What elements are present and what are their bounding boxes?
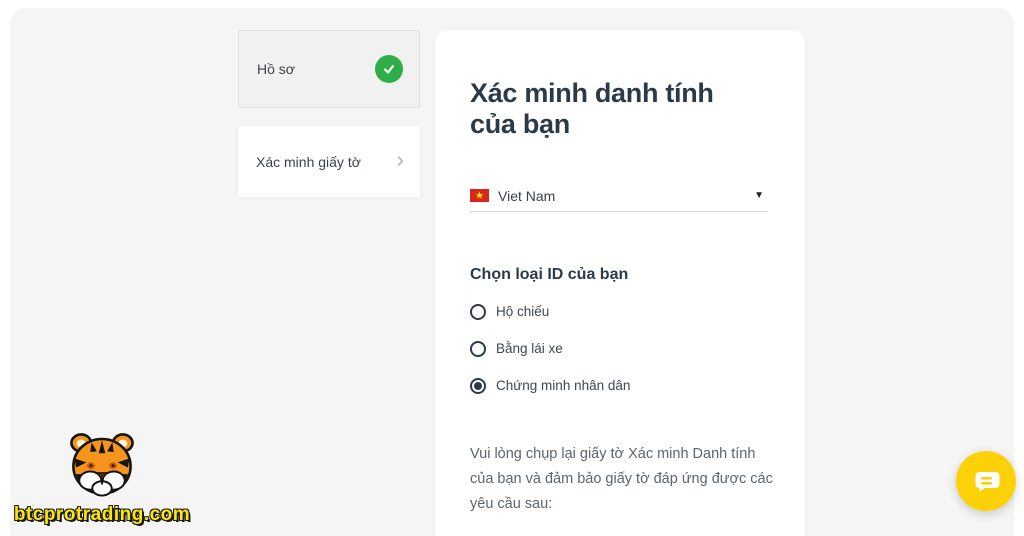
profile-step-label: Hồ sơ (257, 61, 295, 77)
sidebar-item-document-verification[interactable]: Xác minh giấy tờ › (238, 126, 420, 197)
radio-icon[interactable] (470, 340, 486, 357)
tiger-logo-icon (70, 433, 134, 497)
selected-country-label: Viet Nam (498, 187, 556, 204)
site-watermark: btcprotrading.com (14, 428, 190, 526)
radio-option-drivers-license[interactable]: Bằng lái xe (470, 340, 630, 357)
caret-down-icon: ▼ (754, 190, 764, 201)
radio-label: Bằng lái xe (496, 341, 563, 356)
identity-verification-panel: Xác minh danh tính của bạn Viet Nam ▼ Ch… (435, 30, 805, 536)
country-select[interactable]: Viet Nam ▼ (470, 180, 768, 212)
check-circle-icon (375, 55, 403, 83)
sidebar-item-profile[interactable]: Hồ sơ (238, 30, 420, 108)
id-type-radio-group: Hộ chiếu Bằng lái xe Chứng minh nhân dân (470, 303, 630, 394)
app-background: Hồ sơ Xác minh giấy tờ › Xác minh danh t… (10, 8, 1016, 536)
id-type-heading: Chọn loại ID của bạn (470, 266, 629, 283)
chat-bubble-icon (975, 472, 1000, 492)
document-step-label: Xác minh giấy tờ (256, 153, 361, 170)
radio-option-passport[interactable]: Hộ chiếu (470, 303, 630, 320)
radio-icon[interactable] (470, 377, 486, 394)
radio-option-national-id[interactable]: Chứng minh nhân dân (470, 377, 630, 394)
watermark-text: btcprotrading.com (13, 504, 191, 525)
chat-widget-button[interactable] (956, 451, 1016, 511)
instructions-text: Vui lòng chụp lại giấy tờ Xác minh Danh … (470, 446, 773, 512)
radio-label: Hộ chiếu (496, 304, 550, 319)
page-title: Xác minh danh tính của bạn (470, 78, 714, 140)
chevron-right-icon: › (396, 147, 404, 172)
radio-icon[interactable] (470, 303, 486, 320)
radio-label: Chứng minh nhân dân (496, 378, 631, 393)
vietnam-flag-icon (470, 189, 489, 202)
